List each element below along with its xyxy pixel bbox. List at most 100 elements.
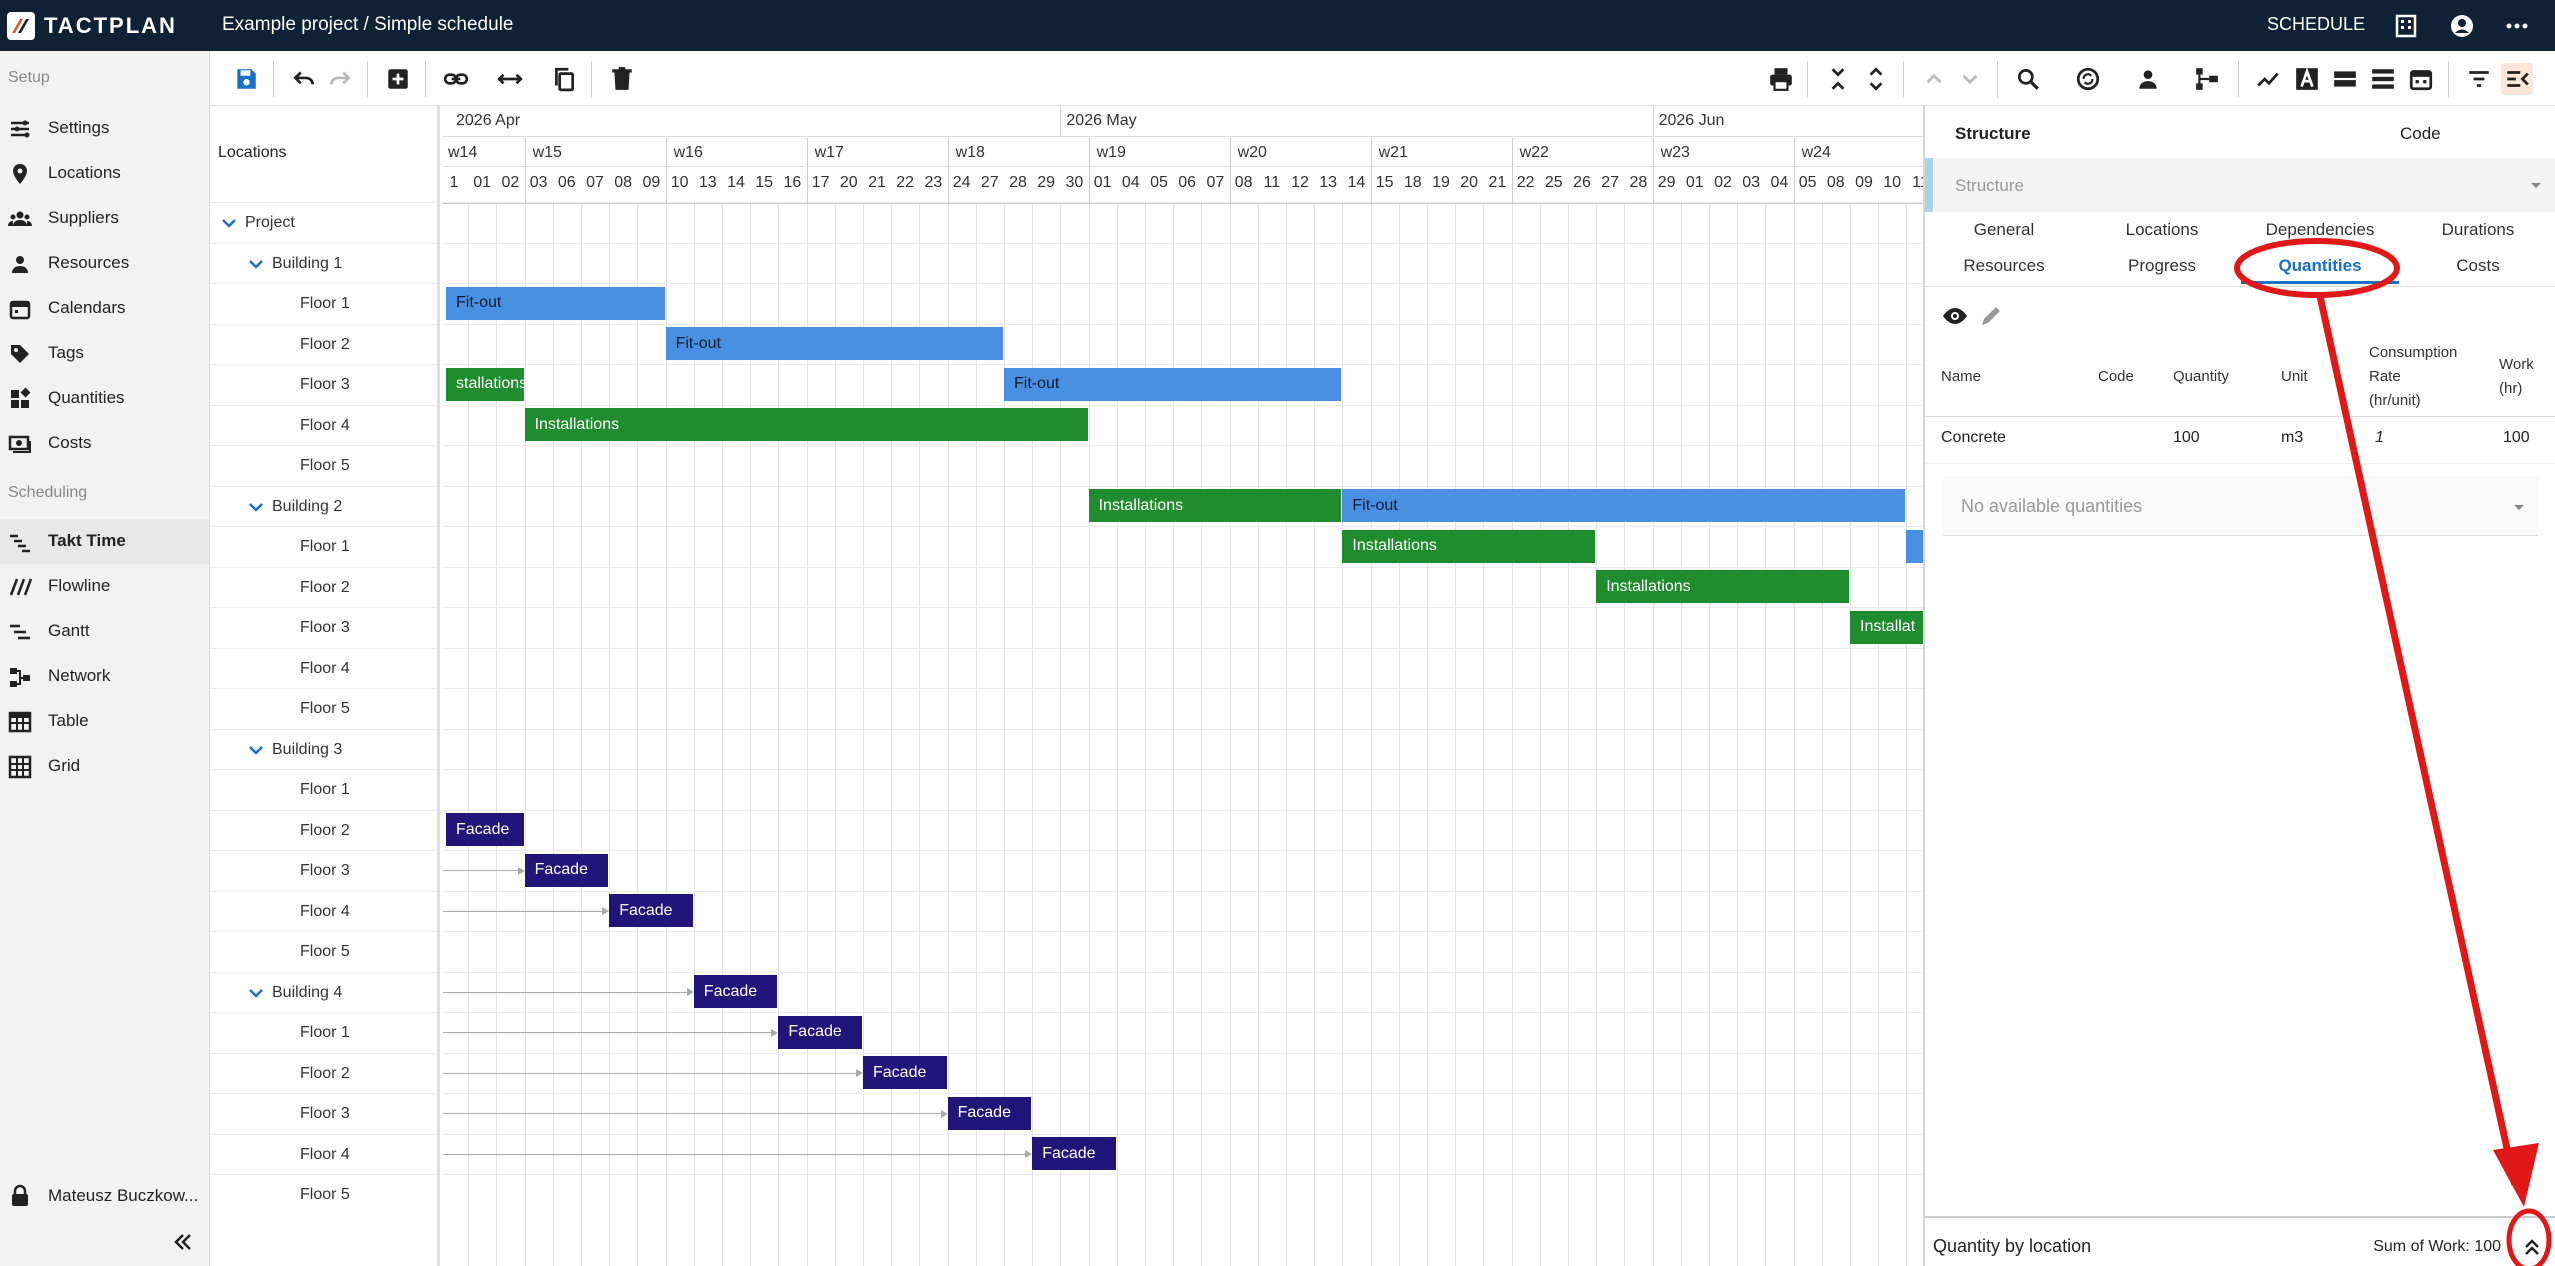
move-up-button[interactable] [1918, 63, 1950, 95]
location-row[interactable]: Floor 3 [210, 850, 437, 890]
move-down-button[interactable] [1954, 63, 1986, 95]
edit-pencil-icon[interactable] [1977, 302, 2005, 330]
add-quantity-select[interactable]: No available quantities [1943, 476, 2538, 536]
task-bar[interactable]: Fit-out [1342, 489, 1906, 522]
sidebar-item-table[interactable]: Table [0, 699, 209, 744]
location-row[interactable]: Floor 5 [210, 1174, 437, 1214]
expand-up-icon[interactable] [2521, 1236, 2543, 1258]
task-bar[interactable] [1906, 529, 1923, 563]
sidebar-item-calendars[interactable]: Calendars [0, 286, 209, 331]
tab-general[interactable]: General [1925, 220, 2083, 240]
sidebar-item-flowline[interactable]: Flowline [0, 564, 209, 609]
takt-timeline[interactable]: 2026 Apr 2026 May 2026 Jun w14 w15 w16 w17 w18 w… [443, 106, 1923, 1266]
location-row[interactable]: Floor 1 [210, 769, 437, 809]
building-icon[interactable] [2391, 11, 2421, 41]
delete-button[interactable] [606, 63, 638, 95]
task-bar[interactable]: stallations [446, 367, 524, 401]
tab-dependencies[interactable]: Dependencies [2241, 220, 2399, 240]
location-row[interactable]: Floor 1 [210, 526, 437, 566]
task-bar[interactable]: Installations [1342, 529, 1596, 563]
user-name[interactable]: Mateusz Buczkow... [48, 1186, 198, 1206]
location-row[interactable]: Floor 2 [210, 323, 437, 364]
resources-button[interactable] [2132, 63, 2164, 95]
location-group-row[interactable]: Project [210, 202, 437, 242]
location-row[interactable]: Floor 5 [210, 445, 437, 485]
chevron-down-icon[interactable] [246, 497, 266, 517]
location-row[interactable]: Floor 1 [210, 283, 437, 323]
sidebar-item-settings[interactable]: Settings [0, 106, 209, 151]
collapse-sidebar-icon[interactable] [170, 1230, 194, 1254]
task-bar[interactable]: Facade [1032, 1137, 1116, 1170]
filter-button[interactable] [2463, 63, 2495, 95]
side-panel-toggle-button[interactable] [2501, 63, 2533, 95]
quantity-by-location-footer[interactable]: Quantity by location Sum of Work: 100 [1925, 1216, 2555, 1266]
view-eye-icon[interactable] [1941, 302, 1969, 330]
collapse-rows-button[interactable] [1822, 63, 1854, 95]
task-bar[interactable]: Installations [524, 408, 1088, 441]
task-bar[interactable]: Installations [1596, 570, 1849, 603]
sidebar-item-costs[interactable]: Costs [0, 421, 209, 466]
lock-icon[interactable] [8, 1184, 32, 1208]
link-button[interactable] [440, 63, 472, 95]
tab-costs[interactable]: Costs [2399, 256, 2555, 276]
redo-button[interactable] [324, 63, 356, 95]
tab-resources[interactable]: Resources [1925, 256, 2083, 276]
mode-label[interactable]: SCHEDULE [2267, 14, 2365, 35]
location-group-row[interactable]: Building 4 [210, 971, 437, 1012]
hierarchy-button[interactable] [2191, 63, 2223, 95]
sync-button[interactable] [2072, 63, 2104, 95]
sidebar-item-locations[interactable]: Locations [0, 151, 209, 196]
chevron-down-icon[interactable] [246, 254, 266, 274]
list-view-button[interactable] [2367, 63, 2399, 95]
location-row[interactable]: Floor 3 [210, 607, 437, 647]
text-format-button[interactable] [2291, 63, 2323, 95]
task-bar[interactable]: Fit-out [1004, 367, 1342, 401]
more-menu-icon[interactable] [2502, 11, 2532, 41]
copy-button[interactable] [548, 63, 580, 95]
task-bar[interactable]: Fit-out [446, 286, 665, 320]
zoom-button[interactable] [2012, 63, 2044, 95]
save-button[interactable] [230, 63, 262, 95]
location-row[interactable]: Floor 2 [210, 566, 437, 607]
location-row[interactable]: Floor 4 [210, 890, 437, 931]
add-task-button[interactable] [382, 63, 414, 95]
sidebar-item-quantities[interactable]: Quantities [0, 376, 209, 421]
location-row[interactable]: Floor 2 [210, 1052, 437, 1093]
task-bar[interactable]: Facade [863, 1056, 947, 1089]
tab-quantities[interactable]: Quantities [2241, 256, 2399, 276]
location-row[interactable]: Floor 4 [210, 647, 437, 688]
task-bar[interactable]: Fit-out [665, 327, 1003, 360]
location-row[interactable]: Floor 3 [210, 364, 437, 404]
stretch-button[interactable] [494, 63, 526, 95]
tab-durations[interactable]: Durations [2399, 220, 2555, 240]
location-group-row[interactable]: Building 2 [210, 485, 437, 526]
sidebar-item-grid[interactable]: Grid [0, 744, 209, 789]
location-group-row[interactable]: Building 1 [210, 242, 437, 283]
undo-button[interactable] [288, 63, 320, 95]
chevron-down-icon[interactable] [219, 213, 239, 233]
task-bar[interactable]: Facade [524, 853, 609, 887]
location-row[interactable]: Floor 5 [210, 931, 437, 971]
location-row[interactable]: Floor 4 [210, 1133, 437, 1174]
breadcrumb[interactable]: Example project / Simple schedule [222, 14, 513, 36]
sidebar-item-takt-time[interactable]: Takt Time [0, 519, 209, 564]
location-row[interactable]: Floor 2 [210, 809, 437, 850]
tab-progress[interactable]: Progress [2083, 256, 2241, 276]
task-bar[interactable]: Installat [1850, 610, 1923, 644]
task-bar[interactable]: Facade [446, 813, 524, 846]
trend-button[interactable] [2253, 63, 2285, 95]
sidebar-item-gantt[interactable]: Gantt [0, 609, 209, 654]
expand-rows-button[interactable] [1860, 63, 1892, 95]
chevron-down-icon[interactable] [246, 740, 266, 760]
sidebar-item-suppliers[interactable]: Suppliers [0, 196, 209, 241]
task-bar[interactable]: Installations [1088, 489, 1342, 522]
sidebar-item-network[interactable]: Network [0, 654, 209, 699]
sidebar-item-tags[interactable]: Tags [0, 331, 209, 376]
task-bar[interactable]: Facade [947, 1096, 1032, 1130]
task-bar[interactable]: Facade [778, 1015, 862, 1049]
task-bar[interactable]: Facade [693, 975, 778, 1008]
calendar-button[interactable] [2405, 63, 2437, 95]
structure-select[interactable]: Structure [1925, 158, 2555, 212]
task-bar[interactable]: Facade [609, 894, 693, 927]
location-row[interactable]: Floor 5 [210, 688, 437, 728]
